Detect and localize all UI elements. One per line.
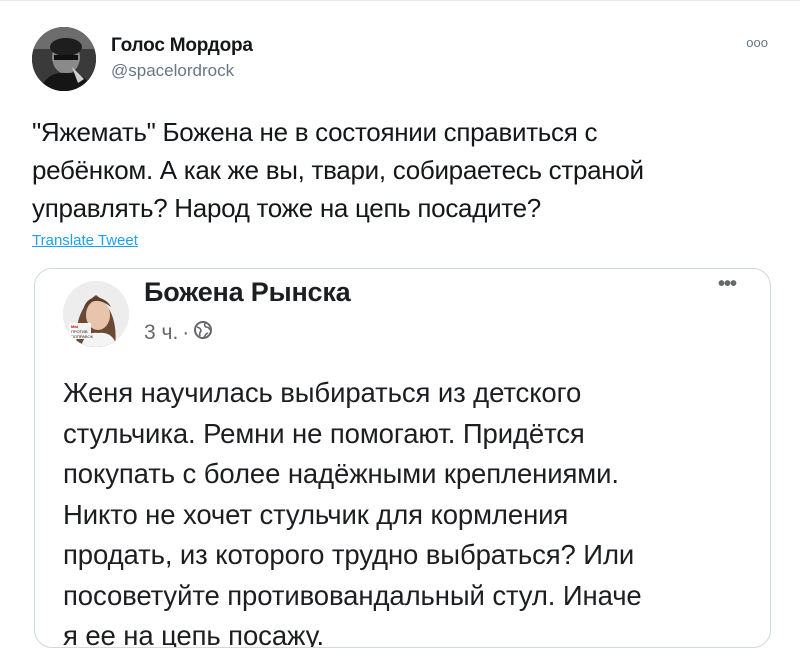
quoted-post-meta: 3 ч. · bbox=[144, 320, 213, 346]
quoted-text-line: посоветуйте противовандальный стул. Инач… bbox=[63, 579, 642, 611]
translate-tweet-link[interactable]: Translate Tweet bbox=[32, 232, 138, 249]
embedded-post[interactable]: МЫ ПРОТИВ ПОПРАВОК Божена Рынска 3 ч. · … bbox=[34, 268, 771, 648]
globe-icon bbox=[193, 320, 213, 346]
author-handle[interactable]: @spacelordrock bbox=[111, 61, 234, 81]
badge-line: ПОПРАВОК bbox=[71, 334, 94, 339]
quoted-author-name[interactable]: Божена Рынска bbox=[144, 277, 351, 308]
tweet-text-line: "Яжемать" Божена не в состоянии справить… bbox=[32, 117, 598, 147]
more-options-icon[interactable]: ooo bbox=[746, 35, 768, 50]
avatar-photo bbox=[32, 27, 96, 91]
quoted-text-line: Женя научилась выбираться из детского bbox=[63, 377, 582, 408]
tweet-text-line: управлять? Народ тоже на цепь посадите? bbox=[32, 193, 541, 223]
quoted-more-options-icon[interactable]: ••• bbox=[718, 273, 737, 296]
quoted-post-text: Женя научилась выбираться из детского ст… bbox=[63, 373, 763, 648]
author-name[interactable]: Голос Мордора bbox=[111, 35, 253, 57]
quoted-text-line: Никто не хочет стульчик для кормления bbox=[63, 498, 569, 530]
tweet-card: Голос Мордора @spacelordrock ooo "Яжемат… bbox=[0, 0, 800, 662]
quoted-author-avatar[interactable]: МЫ ПРОТИВ ПОПРАВОК bbox=[63, 281, 129, 347]
tweet-text: "Яжемать" Божена не в состоянии справить… bbox=[32, 113, 762, 227]
tweet-text-line: ребёнком. А как же вы, твари, собираетес… bbox=[32, 155, 644, 185]
quoted-avatar-photo: МЫ ПРОТИВ ПОПРАВОК bbox=[63, 281, 129, 347]
quoted-text-line: покупать с более надёжными креплениями. bbox=[63, 458, 619, 489]
post-timestamp[interactable]: 3 ч. bbox=[144, 321, 178, 345]
quoted-text-line: продать, из которого трудно выбраться? И… bbox=[63, 539, 635, 570]
quoted-text-line: стульчика. Ремни не помогают. Придётся bbox=[63, 417, 585, 449]
author-avatar[interactable] bbox=[32, 27, 96, 91]
quoted-text-line: я ее на цепь посажу. bbox=[63, 620, 325, 648]
meta-separator: · bbox=[182, 321, 190, 344]
